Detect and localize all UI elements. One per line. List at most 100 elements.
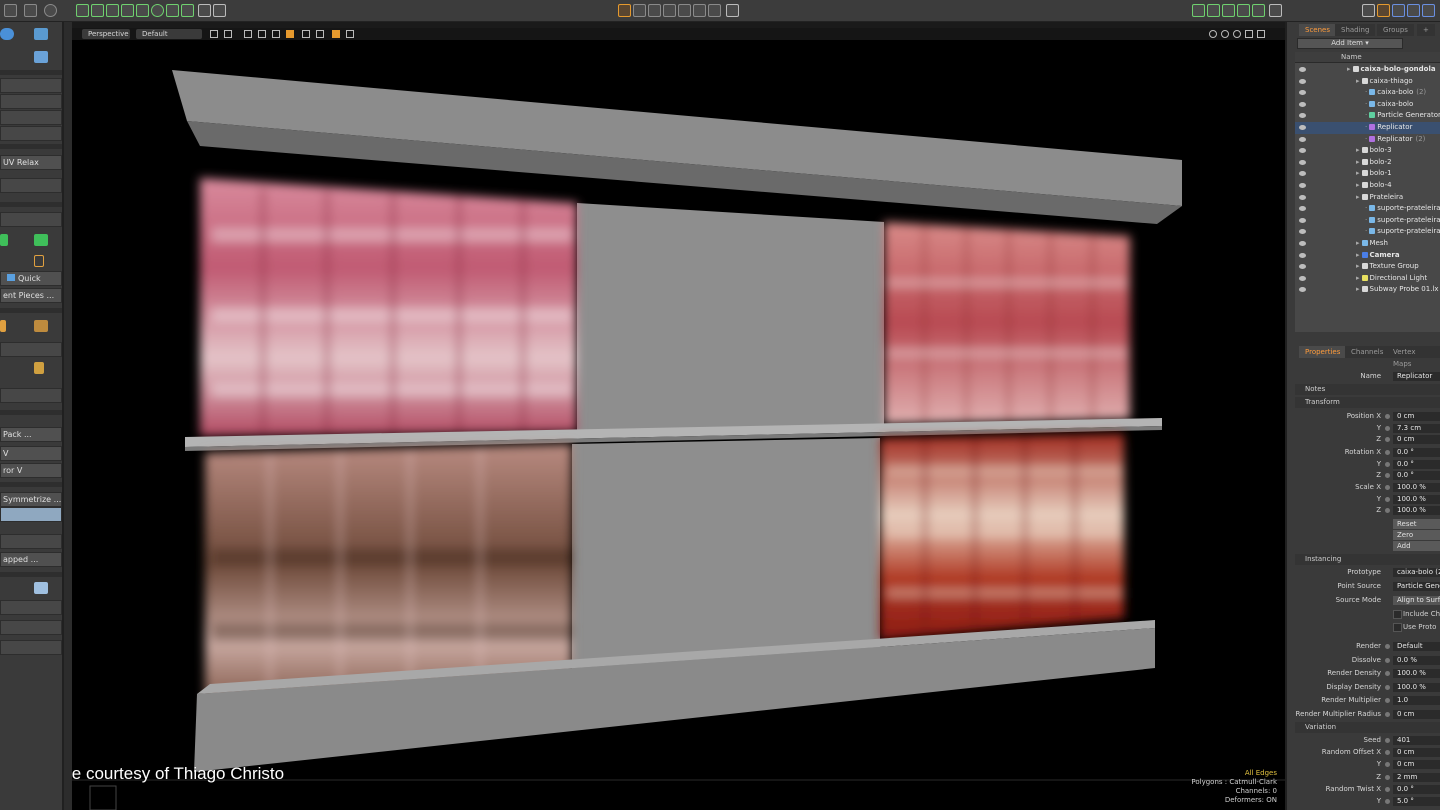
tree-item[interactable]: · Replicator xyxy=(1295,122,1440,134)
tree-item[interactable]: · suporte-prateleira xyxy=(1295,215,1440,227)
add-icon[interactable] xyxy=(198,4,211,17)
symmetrize-button[interactable]: Symmetrize ... xyxy=(0,492,62,507)
box-icon[interactable] xyxy=(121,4,134,17)
search-icon[interactable] xyxy=(213,4,226,17)
paint-bucket-icon[interactable] xyxy=(34,51,48,63)
point-source-dropdown[interactable]: Particle Generator xyxy=(1393,582,1440,591)
keyframe-dot-icon[interactable] xyxy=(1385,461,1390,467)
uv-relax-button[interactable]: UV Relax xyxy=(0,155,62,170)
expand-arrow-icon[interactable]: · xyxy=(1365,216,1367,224)
arrow-left-icon[interactable] xyxy=(0,234,8,246)
camera-tool-icon[interactable] xyxy=(693,4,706,17)
tool-slot[interactable] xyxy=(0,94,62,109)
expand-arrow-icon[interactable]: · xyxy=(1365,123,1367,131)
keyframe-dot-icon[interactable] xyxy=(1385,657,1390,663)
keyframe-dot-icon[interactable] xyxy=(1385,496,1390,502)
keyframe-dot-icon[interactable] xyxy=(1385,425,1390,431)
frame-icon[interactable] xyxy=(166,4,179,17)
3d-viewport[interactable]: Perspective Default e courtesy of Thiago… xyxy=(72,28,1285,810)
people-icon[interactable] xyxy=(1362,4,1375,17)
falloff-icon[interactable] xyxy=(678,4,691,17)
user-icon[interactable] xyxy=(1422,4,1435,17)
eye-icon[interactable] xyxy=(1299,90,1306,96)
mapped-button[interactable]: apped ... xyxy=(0,552,62,567)
expand-arrow-icon[interactable]: ▸ xyxy=(1356,239,1360,247)
eye-icon[interactable] xyxy=(1299,125,1306,130)
tree-item[interactable]: ▸ bolo-1 xyxy=(1295,168,1440,180)
tab-shading[interactable]: Shading xyxy=(1335,24,1376,36)
quick-button[interactable]: Quick xyxy=(0,271,62,286)
tree-item[interactable]: ▸ caixa-thiago xyxy=(1295,76,1440,88)
uv-box-icon[interactable] xyxy=(34,255,44,267)
tool-slot[interactable] xyxy=(0,600,62,615)
eye-icon[interactable] xyxy=(1299,275,1306,281)
eye-icon[interactable] xyxy=(1299,229,1306,235)
variation-field[interactable]: 2 mm xyxy=(1393,772,1440,782)
tab-add[interactable]: + xyxy=(1417,24,1435,36)
keyframe-dot-icon[interactable] xyxy=(1385,414,1390,419)
tab-vertex-maps[interactable]: Vertex Maps xyxy=(1387,346,1440,368)
plus-icon[interactable] xyxy=(726,4,739,17)
expand-arrow-icon[interactable]: ▸ xyxy=(1356,262,1360,270)
tab-properties[interactable]: Properties xyxy=(1299,346,1347,358)
list-icon[interactable] xyxy=(1192,4,1205,17)
expand-arrow-icon[interactable]: ▸ xyxy=(1356,181,1360,189)
tree-item[interactable]: ▸ Camera xyxy=(1295,250,1440,262)
rotation-field[interactable]: 0.0 ° xyxy=(1393,471,1440,480)
eye-icon[interactable] xyxy=(1299,252,1306,258)
scale-field[interactable]: 100.0 % xyxy=(1393,506,1440,515)
keyframe-dot-icon[interactable] xyxy=(1385,774,1390,780)
move-tool-icon[interactable] xyxy=(633,4,646,17)
tree-item[interactable]: · suporte-prateleira xyxy=(1295,226,1440,238)
expand-arrow-icon[interactable]: · xyxy=(1365,111,1367,119)
add-panel-icon[interactable] xyxy=(1269,4,1282,17)
tree-item[interactable]: ▸ bolo-3 xyxy=(1295,145,1440,157)
tree-item[interactable]: ▸ bolo-4 xyxy=(1295,180,1440,192)
tool-slot[interactable] xyxy=(0,212,62,227)
render-icon[interactable] xyxy=(1222,4,1235,17)
layers-icon[interactable] xyxy=(1207,4,1220,17)
expand-arrow-icon[interactable]: ▸ xyxy=(1347,65,1351,73)
variation-field[interactable]: 5.0 ° xyxy=(1393,797,1440,806)
rotate-tool-icon[interactable] xyxy=(648,4,661,17)
keyframe-dot-icon[interactable] xyxy=(1385,450,1390,455)
tree-item[interactable]: · caixa-bolo xyxy=(1295,99,1440,111)
tree-item[interactable]: · Replicator (2) xyxy=(1295,134,1440,146)
keyframe-dot-icon[interactable] xyxy=(1385,750,1390,756)
expand-arrow-icon[interactable]: ▸ xyxy=(1356,77,1360,85)
eye-icon[interactable] xyxy=(1299,148,1306,154)
cube-icon[interactable] xyxy=(34,28,48,40)
eye-icon[interactable] xyxy=(1299,67,1306,72)
tree-item[interactable]: ▸ Directional Light xyxy=(1295,273,1440,285)
snapping-icon[interactable] xyxy=(708,4,721,17)
tree-item[interactable]: · caixa-bolo (2) xyxy=(1295,87,1440,99)
keyframe-dot-icon[interactable] xyxy=(1385,671,1390,677)
paint-icon[interactable] xyxy=(1377,4,1390,17)
variation-section[interactable]: Variation xyxy=(1295,722,1440,733)
render-field[interactable]: Default xyxy=(1393,642,1440,651)
view-icon[interactable] xyxy=(4,4,17,17)
uv-grid-icon[interactable] xyxy=(34,320,48,332)
name-field[interactable]: Replicator xyxy=(1393,372,1440,381)
mirror-v-button[interactable]: V xyxy=(0,446,62,461)
tool-slot[interactable] xyxy=(0,640,62,655)
expand-arrow-icon[interactable]: · xyxy=(1365,100,1367,108)
render-field[interactable]: 1.0 xyxy=(1393,696,1440,706)
keyframe-dot-icon[interactable] xyxy=(1385,684,1390,690)
scale-field[interactable]: 100.0 % xyxy=(1393,483,1440,492)
eye-icon[interactable] xyxy=(1299,241,1306,246)
zoom-icon[interactable] xyxy=(24,4,37,17)
tool-slot[interactable] xyxy=(0,110,62,125)
keyframe-dot-icon[interactable] xyxy=(1385,762,1390,768)
expand-arrow-icon[interactable]: · xyxy=(1365,204,1367,212)
source-mode-dropdown[interactable]: Align to Surface xyxy=(1393,596,1440,605)
move-icon[interactable] xyxy=(91,4,104,17)
tool-slot[interactable] xyxy=(0,534,62,549)
keyframe-dot-icon[interactable] xyxy=(1385,786,1390,792)
keyframe-dot-icon[interactable] xyxy=(1385,698,1390,704)
eye-icon[interactable] xyxy=(1299,217,1306,223)
render-field[interactable]: 0 cm xyxy=(1393,710,1440,719)
keyframe-dot-icon[interactable] xyxy=(1385,644,1390,649)
gear-icon[interactable] xyxy=(151,4,164,17)
tree-item[interactable]: ▸ Texture Group xyxy=(1295,261,1440,273)
